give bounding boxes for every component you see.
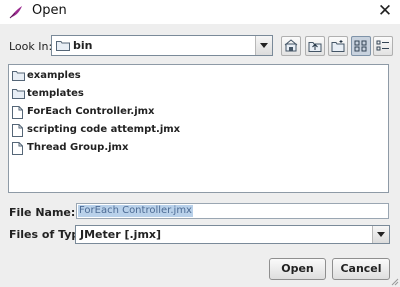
chevron-down-icon[interactable] xyxy=(372,226,389,243)
file-name-text: ForEach Controller.jmx xyxy=(27,106,155,117)
close-icon: ✕ xyxy=(377,1,393,21)
look-in-value: bin xyxy=(73,39,93,52)
file-name-text: examples xyxy=(27,70,81,81)
window-title: Open xyxy=(32,3,67,18)
files-of-type-value: JMeter [.jmx] xyxy=(80,228,162,241)
home-icon xyxy=(284,39,298,52)
up-one-level-button[interactable] xyxy=(305,36,325,56)
folder-icon xyxy=(12,71,25,81)
file-name-label: File Name: xyxy=(9,206,76,219)
file-name-value: ForEach Controller.jmx xyxy=(78,205,193,217)
list-view-button[interactable] xyxy=(351,36,371,56)
folder-icon xyxy=(12,89,25,99)
file-name-text: scripting code attempt.jmx xyxy=(27,124,181,135)
file-icon xyxy=(12,106,23,119)
details-view-icon xyxy=(376,40,389,51)
look-in-label: Look In: xyxy=(9,40,53,53)
up-folder-icon xyxy=(308,42,322,52)
folder-icon xyxy=(56,41,70,51)
file-icon xyxy=(12,124,23,137)
open-button[interactable]: Open xyxy=(269,258,326,280)
resize-grip-icon[interactable] xyxy=(391,278,399,286)
details-view-button[interactable] xyxy=(373,36,393,56)
title-bar: Open ✕ xyxy=(0,0,400,24)
file-name-text: templates xyxy=(27,88,84,99)
feather-app-icon xyxy=(9,6,22,19)
file-name-input[interactable]: ForEach Controller.jmx xyxy=(76,203,389,219)
files-of-type-combo[interactable]: JMeter [.jmx] xyxy=(75,225,390,244)
list-view-icon xyxy=(354,40,367,52)
new-folder-button[interactable] xyxy=(328,36,348,56)
file-name-text: Thread Group.jmx xyxy=(27,142,129,153)
cancel-button[interactable]: Cancel xyxy=(332,258,390,280)
chevron-down-icon[interactable] xyxy=(255,36,272,55)
file-icon xyxy=(12,142,23,155)
close-button[interactable]: ✕ xyxy=(370,0,400,24)
look-in-combo[interactable]: bin xyxy=(51,35,273,56)
file-list[interactable]: examples templates ForEach Controller.jm… xyxy=(8,64,389,193)
new-folder-icon xyxy=(331,40,345,52)
home-folder-button[interactable] xyxy=(281,36,301,56)
